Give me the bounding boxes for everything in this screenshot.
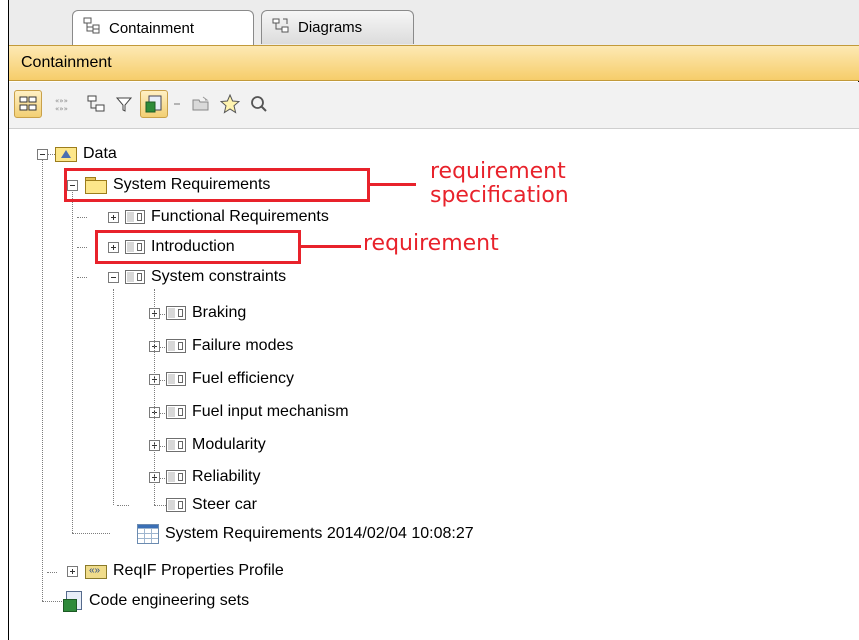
search-button[interactable] <box>245 90 273 118</box>
dropdown-separator <box>170 90 184 118</box>
tree-node-braking[interactable]: Braking <box>166 301 246 325</box>
group-by-button[interactable] <box>14 90 42 118</box>
tab-label: Containment <box>109 19 195 37</box>
tree-node-reqif-profile[interactable]: ReqIF Properties Profile <box>85 559 284 583</box>
search-icon <box>251 96 267 112</box>
tree-node-reliability[interactable]: Reliability <box>166 465 260 489</box>
requirement-table-icon <box>137 524 159 544</box>
requirement-icon <box>125 210 145 224</box>
open-folder-button[interactable] <box>187 90 215 118</box>
svg-text:«»»: «»» <box>55 97 68 105</box>
tree-node-steer-car[interactable]: Steer car <box>166 493 257 517</box>
requirement-icon <box>166 470 186 484</box>
tree-node-failure-modes[interactable]: Failure modes <box>166 334 293 358</box>
tree-node-modularity[interactable]: Modularity <box>166 433 266 457</box>
annotation-box-requirement <box>95 230 301 264</box>
svg-text:«»»: «»» <box>55 105 68 113</box>
annotation-label-requirement: requirement <box>363 231 499 256</box>
model-root-icon <box>55 146 77 162</box>
annotation-line-specification <box>370 183 416 186</box>
profile-package-icon <box>85 563 107 579</box>
expand-toggle[interactable] <box>67 566 78 577</box>
tab-strip: Containment Diagrams <box>9 0 859 45</box>
diagrams-icon <box>272 17 290 39</box>
favorite-button[interactable] <box>216 90 244 118</box>
requirement-icon <box>166 372 186 386</box>
tab-label: Diagrams <box>298 19 363 36</box>
requirement-icon <box>166 405 186 419</box>
panel-title-bar: Containment <box>9 45 859 81</box>
annotation-box-specification <box>64 168 370 202</box>
annotation-label-specification-1: requirement <box>430 159 566 184</box>
tab-diagrams[interactable]: Diagrams <box>261 10 414 44</box>
tree-node-data[interactable]: Data <box>55 142 117 166</box>
collapse-toggle[interactable] <box>108 272 119 283</box>
panel-title: Containment <box>21 54 112 71</box>
requirement-icon <box>166 498 186 512</box>
requirement-icon <box>166 438 186 452</box>
collapse-all-icon <box>87 95 105 112</box>
show-auxiliary-icon: «»»«»» <box>55 97 68 113</box>
favorite-star-icon <box>220 94 240 114</box>
tree-node-requirements-table[interactable]: System Requirements 2014/02/04 10:08:27 <box>137 521 474 547</box>
collapse-toggle[interactable] <box>37 149 48 160</box>
collapse-all-button[interactable] <box>82 90 110 118</box>
requirement-icon <box>166 306 186 320</box>
tab-containment[interactable]: Containment <box>72 10 254 45</box>
annotation-line-requirement <box>301 245 361 248</box>
filter-button[interactable] <box>110 90 138 118</box>
filter-icon <box>115 97 133 112</box>
group-by-icon <box>19 96 37 111</box>
expand-toggle[interactable] <box>108 212 119 223</box>
requirement-icon <box>166 339 186 353</box>
containment-tree: Data System Requirements Functional Requ… <box>9 129 859 640</box>
tree-node-code-engineering-sets[interactable]: Code engineering sets <box>63 589 249 613</box>
tree-node-system-constraints[interactable]: System constraints <box>125 265 286 289</box>
show-diagrams-icon <box>145 95 162 113</box>
tree-node-functional-requirements[interactable]: Functional Requirements <box>125 205 329 229</box>
containment-tree-icon <box>83 17 101 39</box>
open-folder-icon <box>192 96 209 111</box>
tree-node-fuel-efficiency[interactable]: Fuel efficiency <box>166 367 294 391</box>
show-auxiliary-button[interactable]: «»» «»» <box>49 90 77 118</box>
annotation-label-specification-2: specification <box>430 183 569 208</box>
show-diagrams-button[interactable] <box>140 90 168 118</box>
code-engineering-icon <box>63 591 83 612</box>
requirement-icon <box>125 270 145 284</box>
toolbar: «»» «»» <box>9 82 859 129</box>
left-edge <box>0 0 9 640</box>
tree-node-fuel-input-mechanism[interactable]: Fuel input mechanism <box>166 400 349 424</box>
